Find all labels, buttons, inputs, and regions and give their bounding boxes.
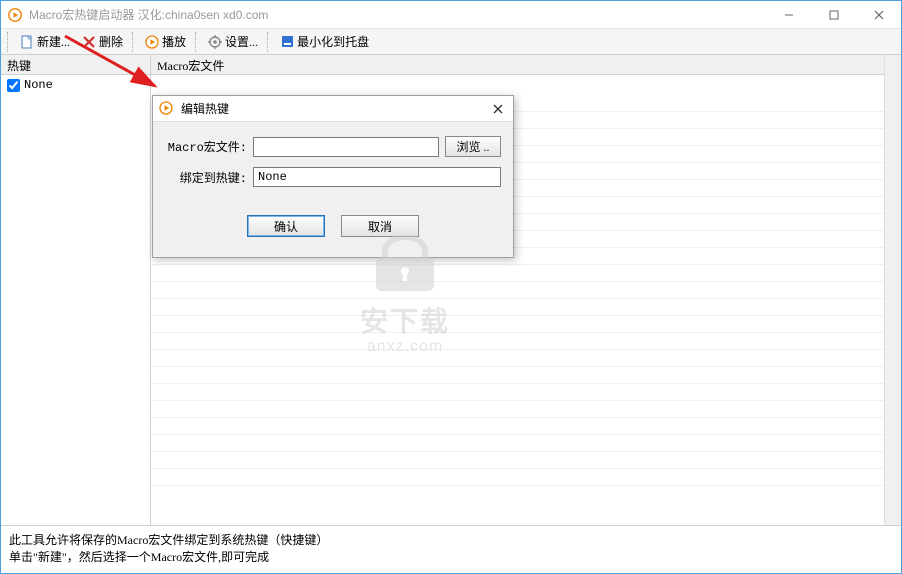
dialog-body: Macro宏文件: 浏览 .. 绑定到热键: 确认 取消 <box>153 122 513 257</box>
bind-hotkey-input[interactable] <box>253 167 501 187</box>
cancel-button[interactable]: 取消 <box>341 215 419 237</box>
window-controls <box>766 1 901 28</box>
app-icon <box>7 7 23 23</box>
hotkey-panel: 热键 None <box>1 55 151 525</box>
titlebar: Macro宏热键启动器 汉化:china0sen xd0.com <box>1 1 901 29</box>
macro-file-input[interactable] <box>253 137 439 157</box>
dialog-title: 编辑热键 <box>181 100 489 117</box>
browse-button[interactable]: 浏览 .. <box>445 136 501 157</box>
hotkey-row[interactable]: None <box>1 75 150 95</box>
bind-hotkey-label: 绑定到热键: <box>165 169 247 186</box>
delete-x-icon <box>82 35 96 49</box>
settings-button[interactable]: 设置... <box>203 31 263 52</box>
toolbar: 新建... 删除 播放 设置... 最小化到托盘 <box>1 29 901 55</box>
hotkey-header: 热键 <box>1 55 150 75</box>
minimize-button[interactable] <box>766 1 811 28</box>
status-footer: 此工具允许将保存的Macro宏文件绑定到系统热键（快捷键） 单击"新建"，然后选… <box>1 525 901 573</box>
toolbar-separator <box>267 32 271 52</box>
document-new-icon <box>20 35 34 49</box>
vertical-scrollbar[interactable] <box>884 55 901 525</box>
ok-button[interactable]: 确认 <box>247 215 325 237</box>
close-button[interactable] <box>856 1 901 28</box>
footer-line1: 此工具允许将保存的Macro宏文件绑定到系统热键（快捷键） <box>9 532 893 549</box>
window-title: Macro宏热键启动器 汉化:china0sen xd0.com <box>29 6 766 23</box>
toolbar-separator <box>132 32 136 52</box>
dialog-titlebar[interactable]: 编辑热键 <box>153 96 513 122</box>
edit-hotkey-dialog: 编辑热键 Macro宏文件: 浏览 .. 绑定到热键: 确认 取消 <box>152 95 514 258</box>
dialog-close-button[interactable] <box>489 100 507 118</box>
play-circle-icon <box>145 35 159 49</box>
maximize-button[interactable] <box>811 1 856 28</box>
new-button[interactable]: 新建... <box>15 31 75 52</box>
app-window: Macro宏热键启动器 汉化:china0sen xd0.com 新建... 删… <box>0 0 902 574</box>
minimize-to-tray-button[interactable]: 最小化到托盘 <box>275 31 374 52</box>
macro-file-label: Macro宏文件: <box>165 138 247 155</box>
gear-icon <box>208 35 222 49</box>
play-circle-icon <box>159 101 175 117</box>
hotkey-label: None <box>24 78 53 92</box>
footer-line2: 单击"新建"，然后选择一个Macro宏文件,即可完成 <box>9 549 893 566</box>
delete-button[interactable]: 删除 <box>77 31 128 52</box>
toolbar-grip <box>7 32 11 52</box>
play-button[interactable]: 播放 <box>140 31 191 52</box>
minimize-tray-icon <box>280 35 294 49</box>
macro-header: Macro宏文件 <box>151 55 901 75</box>
toolbar-separator <box>195 32 199 52</box>
hotkey-checkbox[interactable] <box>7 79 20 92</box>
